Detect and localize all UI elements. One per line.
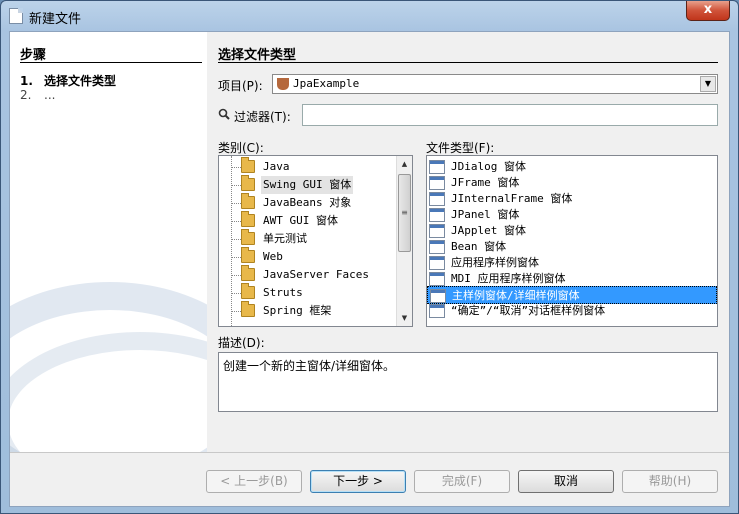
categories-scrollbar[interactable]: ▲ ≡ ▼	[396, 156, 412, 326]
tree-item-selected[interactable]: Swing GUI 窗体	[219, 175, 397, 194]
form-icon	[429, 208, 445, 222]
project-select[interactable]: JpaExample ▼	[272, 74, 718, 94]
list-item[interactable]: “确定”/“取消”对话框样例窗体	[427, 302, 717, 320]
folder-icon	[241, 211, 255, 227]
java-project-icon	[277, 78, 289, 90]
tree-item[interactable]: 单元测试	[219, 229, 397, 248]
tree-item[interactable]: Java	[219, 157, 397, 176]
search-icon	[218, 108, 230, 120]
scroll-up-icon[interactable]: ▲	[397, 156, 412, 172]
description-box: 创建一个新的主窗体/详细窗体。	[218, 352, 718, 412]
folder-icon	[241, 193, 255, 209]
categories-tree[interactable]: Java Swing GUI 窗体 JavaBeans 对象 AWT GUI 窗…	[218, 155, 413, 327]
folder-icon	[241, 265, 255, 281]
form-icon	[429, 176, 445, 190]
tree-item[interactable]: JavaServer Faces	[219, 265, 397, 284]
title-divider	[218, 62, 718, 63]
help-button[interactable]: 帮助(H)	[622, 470, 718, 493]
next-button[interactable]: 下一步 >	[310, 470, 406, 493]
new-file-icon	[9, 8, 23, 24]
folder-icon	[241, 175, 255, 191]
close-button[interactable]: x	[686, 1, 730, 21]
scroll-thumb[interactable]: ≡	[398, 174, 411, 252]
step-1-number: 1.	[20, 74, 33, 88]
step-1-label: 选择文件类型	[44, 74, 117, 88]
filter-input[interactable]	[302, 104, 718, 126]
tree-item[interactable]: JavaBeans 对象	[219, 193, 397, 212]
step-1: 1. 选择文件类型	[20, 72, 116, 89]
project-value: JpaExample	[293, 77, 360, 90]
folder-icon	[241, 301, 255, 317]
categories-label: 类别(C):	[218, 141, 264, 155]
window-title: 新建文件	[29, 12, 82, 27]
filter-label: 过滤器(T):	[234, 110, 291, 124]
tree-item[interactable]: Spring 框架	[219, 301, 397, 320]
description-label: 描述(D):	[218, 336, 265, 350]
form-icon	[429, 240, 445, 254]
form-icon	[429, 304, 445, 318]
file-types-label: 文件类型(F):	[426, 141, 495, 155]
form-icon	[429, 272, 445, 286]
chevron-down-icon[interactable]: ▼	[700, 76, 716, 92]
button-divider	[10, 452, 729, 453]
scroll-down-icon[interactable]: ▼	[397, 310, 412, 326]
step-2-label: ...	[44, 88, 56, 102]
dialog-window: 新建文件 x 步骤 1. 选择文件类型 2.... 选择文件类型 项目(P): J…	[0, 0, 739, 514]
form-icon	[429, 192, 445, 206]
tree-item[interactable]: AWT GUI 窗体	[219, 211, 397, 230]
steps-heading: 步骤	[20, 48, 47, 63]
tree-item[interactable]: Struts	[219, 283, 397, 302]
folder-icon	[241, 157, 255, 173]
project-label: 项目(P):	[218, 79, 263, 93]
description-text: 创建一个新的主窗体/详细窗体。	[223, 359, 396, 373]
dialog-client: 步骤 1. 选择文件类型 2.... 选择文件类型 项目(P): JpaExamp…	[9, 31, 730, 507]
steps-panel: 步骤 1. 选择文件类型 2....	[10, 32, 207, 452]
database-form-icon	[430, 289, 446, 303]
back-button[interactable]: < 上一步(B)	[206, 470, 302, 493]
folder-icon	[241, 247, 255, 263]
cancel-button[interactable]: 取消	[518, 470, 614, 493]
folder-icon	[241, 229, 255, 245]
tree-item[interactable]: Web	[219, 247, 397, 266]
title-bar[interactable]: 新建文件 x	[1, 1, 738, 31]
file-types-list[interactable]: JDialog 窗体 JFrame 窗体 JInternalFrame 窗体 J…	[426, 155, 718, 327]
step-2: 2....	[20, 88, 55, 102]
page-title: 选择文件类型	[218, 48, 297, 63]
folder-icon	[241, 283, 255, 299]
steps-divider	[20, 62, 202, 63]
form-icon	[429, 160, 445, 174]
step-2-number: 2.	[20, 88, 32, 102]
form-icon	[429, 256, 445, 270]
applet-icon	[429, 224, 445, 238]
finish-button[interactable]: 完成(F)	[414, 470, 510, 493]
